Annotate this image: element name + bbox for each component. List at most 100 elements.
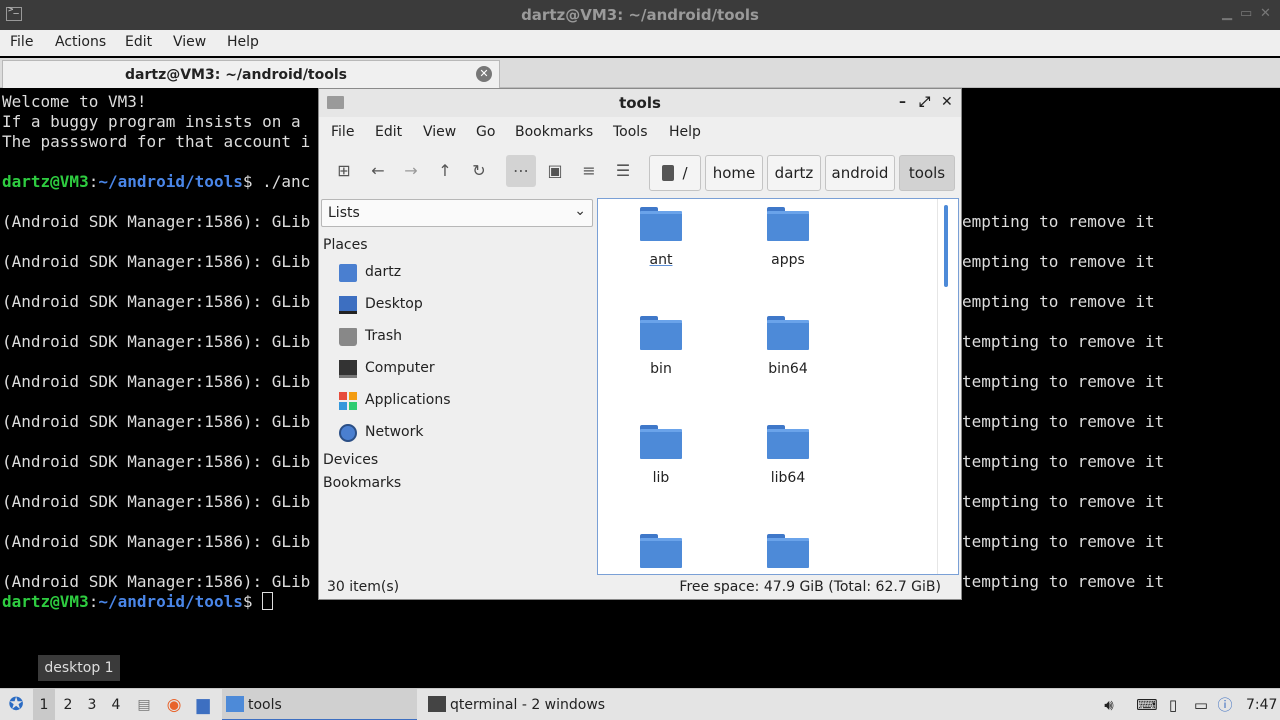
terminal-titlebar[interactable]: dartz@VM3: ~/android/tools ▁ ▭ ✕ <box>0 0 1280 30</box>
scrollbar-track[interactable] <box>937 199 938 574</box>
chevron-down-icon: ⌄ <box>574 203 586 219</box>
workspace-3[interactable]: 3 <box>81 689 103 720</box>
breadcrumb-tools[interactable]: tools <box>899 155 955 191</box>
thumbnail-view-icon[interactable]: ▣ <box>540 155 570 187</box>
breadcrumb-home[interactable]: home <box>705 155 763 191</box>
terminal-line-tail: tempting to remove it <box>962 532 1165 551</box>
file-manager-toolbar: ⊞ ← → ↑ ↻ ⋯ ▣ ≡ ☰ / home dartz android t… <box>319 151 961 191</box>
file-manager-window: tools – ⤢ ✕ File Edit View Go Bookmarks … <box>318 88 962 600</box>
minimize-icon[interactable]: ▁ <box>1222 6 1232 21</box>
volume-icon[interactable]: 🔊︎ <box>1098 689 1120 720</box>
terminal-prompt-line: dartz@VM3:~/android/tools$ <box>2 592 274 612</box>
terminal-line-tail: empting to remove it <box>962 252 1155 271</box>
terminal-menu-edit[interactable]: Edit <box>125 34 152 50</box>
close-icon[interactable]: ✕ <box>941 94 953 110</box>
terminal-line: (Android SDK Manager:1586): GLib <box>2 332 311 351</box>
menu-view[interactable]: View <box>423 124 456 140</box>
menu-edit[interactable]: Edit <box>375 124 402 140</box>
menu-go[interactable]: Go <box>476 124 495 140</box>
place-dartz[interactable]: dartz <box>335 260 585 286</box>
terminal-line-tail: tempting to remove it <box>962 452 1165 471</box>
maximize-icon[interactable]: ⤢ <box>919 94 930 110</box>
back-icon[interactable]: ← <box>363 155 393 187</box>
notification-icon[interactable]: ⓘ <box>1214 689 1236 720</box>
forward-icon[interactable]: → <box>396 155 426 187</box>
file-manager-launcher-icon[interactable]: ▤ <box>134 689 154 720</box>
new-tab-icon[interactable]: ⊞ <box>329 155 359 187</box>
file-item[interactable] <box>733 526 843 574</box>
file-item-lib64[interactable]: lib64 <box>733 417 843 507</box>
folder-icon <box>640 207 682 241</box>
clock[interactable]: 7:47 <box>1246 689 1277 720</box>
side-pane-mode-select[interactable]: Lists ⌄ <box>321 199 593 227</box>
place-computer[interactable]: Computer <box>335 356 585 382</box>
scrollbar-thumb[interactable] <box>944 205 948 287</box>
clipboard-icon[interactable]: ▯ <box>1162 689 1184 720</box>
terminal-line: (Android SDK Manager:1586): GLib <box>2 412 311 431</box>
task-qterminal[interactable]: qterminal - 2 windows <box>424 689 684 720</box>
tab-close-icon[interactable]: ✕ <box>476 66 492 82</box>
terminal-line: Welcome to VM3! <box>2 92 147 111</box>
close-icon[interactable]: ✕ <box>1260 6 1271 21</box>
folder-icon <box>640 316 682 350</box>
menu-help[interactable]: Help <box>669 124 701 140</box>
workspace-2[interactable]: 2 <box>57 689 79 720</box>
file-item-apps[interactable]: apps <box>733 199 843 289</box>
terminal-line: If a buggy program insists on a <box>2 112 301 131</box>
workspace-4[interactable]: 4 <box>105 689 127 720</box>
terminal-line-tail: tempting to remove it <box>962 412 1165 431</box>
place-desktop[interactable]: Desktop <box>335 292 585 318</box>
folder-icon <box>640 425 682 459</box>
terminal-line-tail: tempting to remove it <box>962 372 1165 391</box>
compact-view-icon[interactable]: ≡ <box>574 155 604 187</box>
terminal-menu-view[interactable]: View <box>173 34 206 50</box>
terminal-line: (Android SDK Manager:1586): GLib <box>2 292 311 311</box>
breadcrumb-dartz[interactable]: dartz <box>767 155 821 191</box>
menu-bookmarks[interactable]: Bookmarks <box>515 124 593 140</box>
app-menu-icon[interactable]: ✪ <box>4 689 28 720</box>
task-tools[interactable]: tools <box>222 689 417 720</box>
up-icon[interactable]: ↑ <box>430 155 460 187</box>
place-trash[interactable]: Trash <box>335 324 585 350</box>
file-item-bin64[interactable]: bin64 <box>733 308 843 398</box>
desktop-launcher-icon[interactable]: ▆ <box>192 689 214 720</box>
menu-tools[interactable]: Tools <box>613 124 648 140</box>
section-places[interactable]: Places <box>323 237 368 253</box>
file-item-ant[interactable]: ant <box>606 199 716 289</box>
file-item[interactable] <box>606 526 716 574</box>
terminal-line: (Android SDK Manager:1586): GLib <box>2 532 311 551</box>
reload-icon[interactable]: ↻ <box>464 155 494 187</box>
terminal-line: (Android SDK Manager:1586): GLib <box>2 492 311 511</box>
terminal-menu-file[interactable]: File <box>10 34 33 50</box>
file-item-lib[interactable]: lib <box>606 417 716 507</box>
terminal-line: (Android SDK Manager:1586): GLib <box>2 572 311 591</box>
trash-icon <box>339 328 357 346</box>
terminal-tab-label: dartz@VM3: ~/android/tools <box>125 67 347 83</box>
place-applications[interactable]: Applications <box>335 388 585 414</box>
maximize-icon[interactable]: ▭ <box>1240 6 1252 21</box>
breadcrumb-android[interactable]: android <box>825 155 895 191</box>
terminal-tab[interactable]: dartz@VM3: ~/android/tools ✕ <box>2 60 500 88</box>
file-item-bin[interactable]: bin <box>606 308 716 398</box>
place-network[interactable]: Network <box>335 420 585 446</box>
folder-icon <box>640 534 682 568</box>
status-free-space: Free space: 47.9 GiB (Total: 62.7 GiB) <box>679 579 941 595</box>
terminal-line: (Android SDK Manager:1586): GLib <box>2 212 311 231</box>
workspace-1[interactable]: 1 <box>33 689 55 720</box>
desktop-icon <box>339 296 357 314</box>
section-bookmarks[interactable]: Bookmarks <box>323 475 401 491</box>
display-icon[interactable]: ▭ <box>1190 689 1212 720</box>
breadcrumb-root[interactable]: / <box>649 155 701 191</box>
terminal-menu-help[interactable]: Help <box>227 34 259 50</box>
menu-file[interactable]: File <box>331 124 354 140</box>
detailed-view-icon[interactable]: ☰ <box>608 155 638 187</box>
file-manager-titlebar[interactable]: tools – ⤢ ✕ <box>319 89 961 117</box>
icon-view-icon[interactable]: ⋯ <box>506 155 536 187</box>
firefox-icon[interactable]: ◉ <box>163 689 185 720</box>
terminal-menu-actions[interactable]: Actions <box>55 34 106 50</box>
section-devices[interactable]: Devices <box>323 452 378 468</box>
terminal-menubar: File Actions Edit View Help <box>0 30 1280 56</box>
file-view[interactable]: ant apps bin bin64 lib lib64 <box>597 198 959 575</box>
keyboard-icon[interactable]: ⌨ <box>1136 689 1158 720</box>
minimize-icon[interactable]: – <box>899 94 906 110</box>
